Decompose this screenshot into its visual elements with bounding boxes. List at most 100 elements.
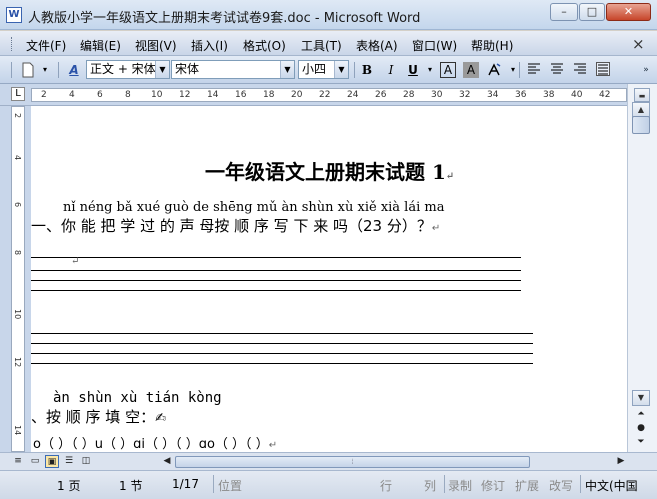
ruler-tick-label: 16 (235, 90, 247, 100)
horizontal-scroll-thumb[interactable]: ⦙ (175, 456, 530, 468)
chevron-down-icon[interactable]: ▼ (155, 61, 169, 78)
q2-text: 、按 顺 序 填 空：✍ (31, 408, 166, 426)
q2-answer-line: o（ ）（ ）u（ ）ɑi（ ）（ ）ɑo（ ）（ ）↵ (33, 437, 278, 452)
vertical-ruler[interactable]: 2 4 6 8 10 12 14 (11, 106, 25, 452)
web-layout-view-icon[interactable]: ▭ (28, 455, 42, 468)
menu-grip-handle[interactable] (11, 37, 15, 51)
scroll-thumb[interactable] (632, 116, 650, 134)
word-doc-icon[interactable]: W (6, 7, 22, 23)
toolbar-grip[interactable] (11, 62, 12, 78)
toolbar-overflow-chevron-icon[interactable]: » (638, 62, 654, 78)
status-position[interactable]: 位置 (218, 477, 242, 494)
ruler-tick-label: 6 (97, 90, 103, 100)
scroll-down-button[interactable]: ▼ (632, 390, 650, 406)
horizontal-ruler[interactable]: 2 4 6 8 10 12 14 16 18 20 22 24 26 28 30… (31, 88, 627, 102)
menu-tools[interactable]: 工具(T) (301, 37, 342, 54)
character-border-button[interactable]: A (440, 62, 456, 78)
minimize-button[interactable]: – (550, 3, 578, 21)
menu-table[interactable]: 表格(A) (356, 37, 398, 54)
vruler-tick-label: 2 (13, 113, 22, 119)
status-separator (213, 475, 214, 493)
status-extend[interactable]: 扩展 (515, 477, 539, 494)
align-center-icon[interactable] (549, 62, 565, 78)
ruler-tick-label: 20 (291, 90, 303, 100)
select-browse-object-icon[interactable]: ● (632, 422, 650, 435)
bold-button[interactable]: B (359, 62, 375, 78)
status-section[interactable]: 1 节 (119, 477, 142, 494)
italic-button[interactable]: I (383, 62, 399, 78)
print-layout-view-icon[interactable]: ▣ (45, 455, 59, 468)
close-button[interactable]: ✕ (606, 3, 651, 21)
ruler-tick-label: 10 (151, 90, 163, 100)
status-page[interactable]: 1 页 (57, 477, 80, 494)
font-size-select[interactable]: 小四 ▼ (298, 60, 349, 79)
scroll-left-button[interactable]: ◀ (160, 455, 174, 468)
previous-page-icon[interactable]: ⏶ (632, 408, 650, 421)
q2-pinyin: àn shùn xù tián kòng (53, 390, 222, 406)
align-left-icon[interactable] (526, 62, 542, 78)
chevron-down-icon[interactable]: ▼ (334, 61, 348, 78)
q1-pinyin: nǐ néng bǎ xué guò de shēng mǔ àn shùn x… (63, 200, 445, 215)
scroll-right-button[interactable]: ▶ (614, 455, 628, 468)
toolbar-options-chevron-icon[interactable]: ▾ (37, 62, 53, 78)
underline-button[interactable]: U (405, 62, 421, 78)
menu-help[interactable]: 帮助(H) (471, 37, 513, 54)
align-right-icon[interactable] (572, 62, 588, 78)
status-page-of[interactable]: 1/17 (172, 477, 199, 491)
menu-insert[interactable]: 插入(I) (191, 37, 228, 54)
status-separator (444, 475, 445, 493)
asian-layout-icon[interactable] (486, 62, 502, 78)
style-select-value: 正文 + 宋体 (90, 62, 156, 76)
normal-view-icon[interactable]: ≡ (11, 455, 25, 468)
outline-view-icon[interactable]: ☰ (62, 455, 76, 468)
status-language[interactable]: 中文(中国 (585, 477, 651, 494)
status-record[interactable]: 录制 (448, 477, 472, 494)
vertical-scrollbar[interactable]: ▬ ▲ ▼ ⏶ ● ⏷ (627, 84, 657, 452)
q1-text: 一、你 能 把 学 过 的 声 母按 顺 序 写 下 来 吗（23 分）？↵ (31, 217, 441, 235)
vruler-tick-label: 12 (13, 357, 22, 368)
document-close-icon[interactable]: × (632, 35, 645, 53)
ruler-tick-label: 12 (179, 90, 191, 100)
status-track-changes[interactable]: 修订 (481, 477, 505, 494)
reading-layout-view-icon[interactable]: ◫ (79, 455, 93, 468)
character-shading-button[interactable]: A (463, 62, 479, 78)
ruler-tick-label: 36 (515, 90, 527, 100)
style-select[interactable]: 正文 + 宋体 ▼ (86, 60, 170, 79)
writing-grid-line (31, 270, 521, 271)
menu-file[interactable]: 文件(F) (26, 37, 66, 54)
menu-bar: 文件(F) 编辑(E) 视图(V) 插入(I) 格式(O) 工具(T) 表格(A… (0, 31, 657, 56)
writing-grid-line (31, 353, 533, 354)
tab-stop-selector[interactable]: L (11, 87, 25, 101)
document-page[interactable]: 一年级语文上册期末试题 1↵ nǐ néng bǎ xué guò de shē… (31, 106, 627, 452)
ruler-tick-label: 18 (263, 90, 275, 100)
chevron-down-icon[interactable]: ▼ (280, 61, 294, 78)
menu-edit[interactable]: 编辑(E) (80, 37, 121, 54)
ruler-tick-label: 38 (543, 90, 555, 100)
writing-grid-line (31, 343, 533, 344)
styles-formatting-icon[interactable]: A (66, 62, 82, 78)
menu-view[interactable]: 视图(V) (135, 37, 177, 54)
ruler-tick-label: 32 (459, 90, 471, 100)
vruler-tick-label: 4 (13, 155, 22, 161)
underline-options-chevron-icon[interactable]: ▾ (422, 62, 438, 78)
ruler-tick-label: 4 (69, 90, 75, 100)
font-size-value: 小四 (302, 62, 327, 76)
next-page-icon[interactable]: ⏷ (632, 436, 650, 449)
window-title: 人教版小学一年级语文上册期末考试试卷9套.doc - Microsoft Wor… (28, 11, 421, 26)
split-handle-icon[interactable]: ▬ (634, 88, 650, 102)
distributed-align-icon[interactable] (595, 62, 611, 78)
formatting-toolbar: ▾ A 正文 + 宋体 ▼ 宋体 ▼ 小四 ▼ B I U ▾ A A ▾ » (0, 56, 657, 84)
new-document-icon[interactable] (20, 62, 36, 78)
vruler-tick-label: 8 (13, 250, 22, 256)
menu-format[interactable]: 格式(O) (243, 37, 286, 54)
status-line[interactable]: 行 (380, 477, 392, 494)
status-overtype[interactable]: 改写 (549, 477, 573, 494)
status-separator (580, 475, 581, 493)
maximize-button[interactable]: □ (579, 3, 605, 21)
paragraph-mark: ↵ (268, 440, 278, 451)
status-column[interactable]: 列 (424, 477, 436, 494)
ruler-tick-label: 22 (319, 90, 331, 100)
font-select[interactable]: 宋体 ▼ (171, 60, 295, 79)
menu-window[interactable]: 窗口(W) (412, 37, 457, 54)
writing-grid-line (31, 333, 533, 334)
